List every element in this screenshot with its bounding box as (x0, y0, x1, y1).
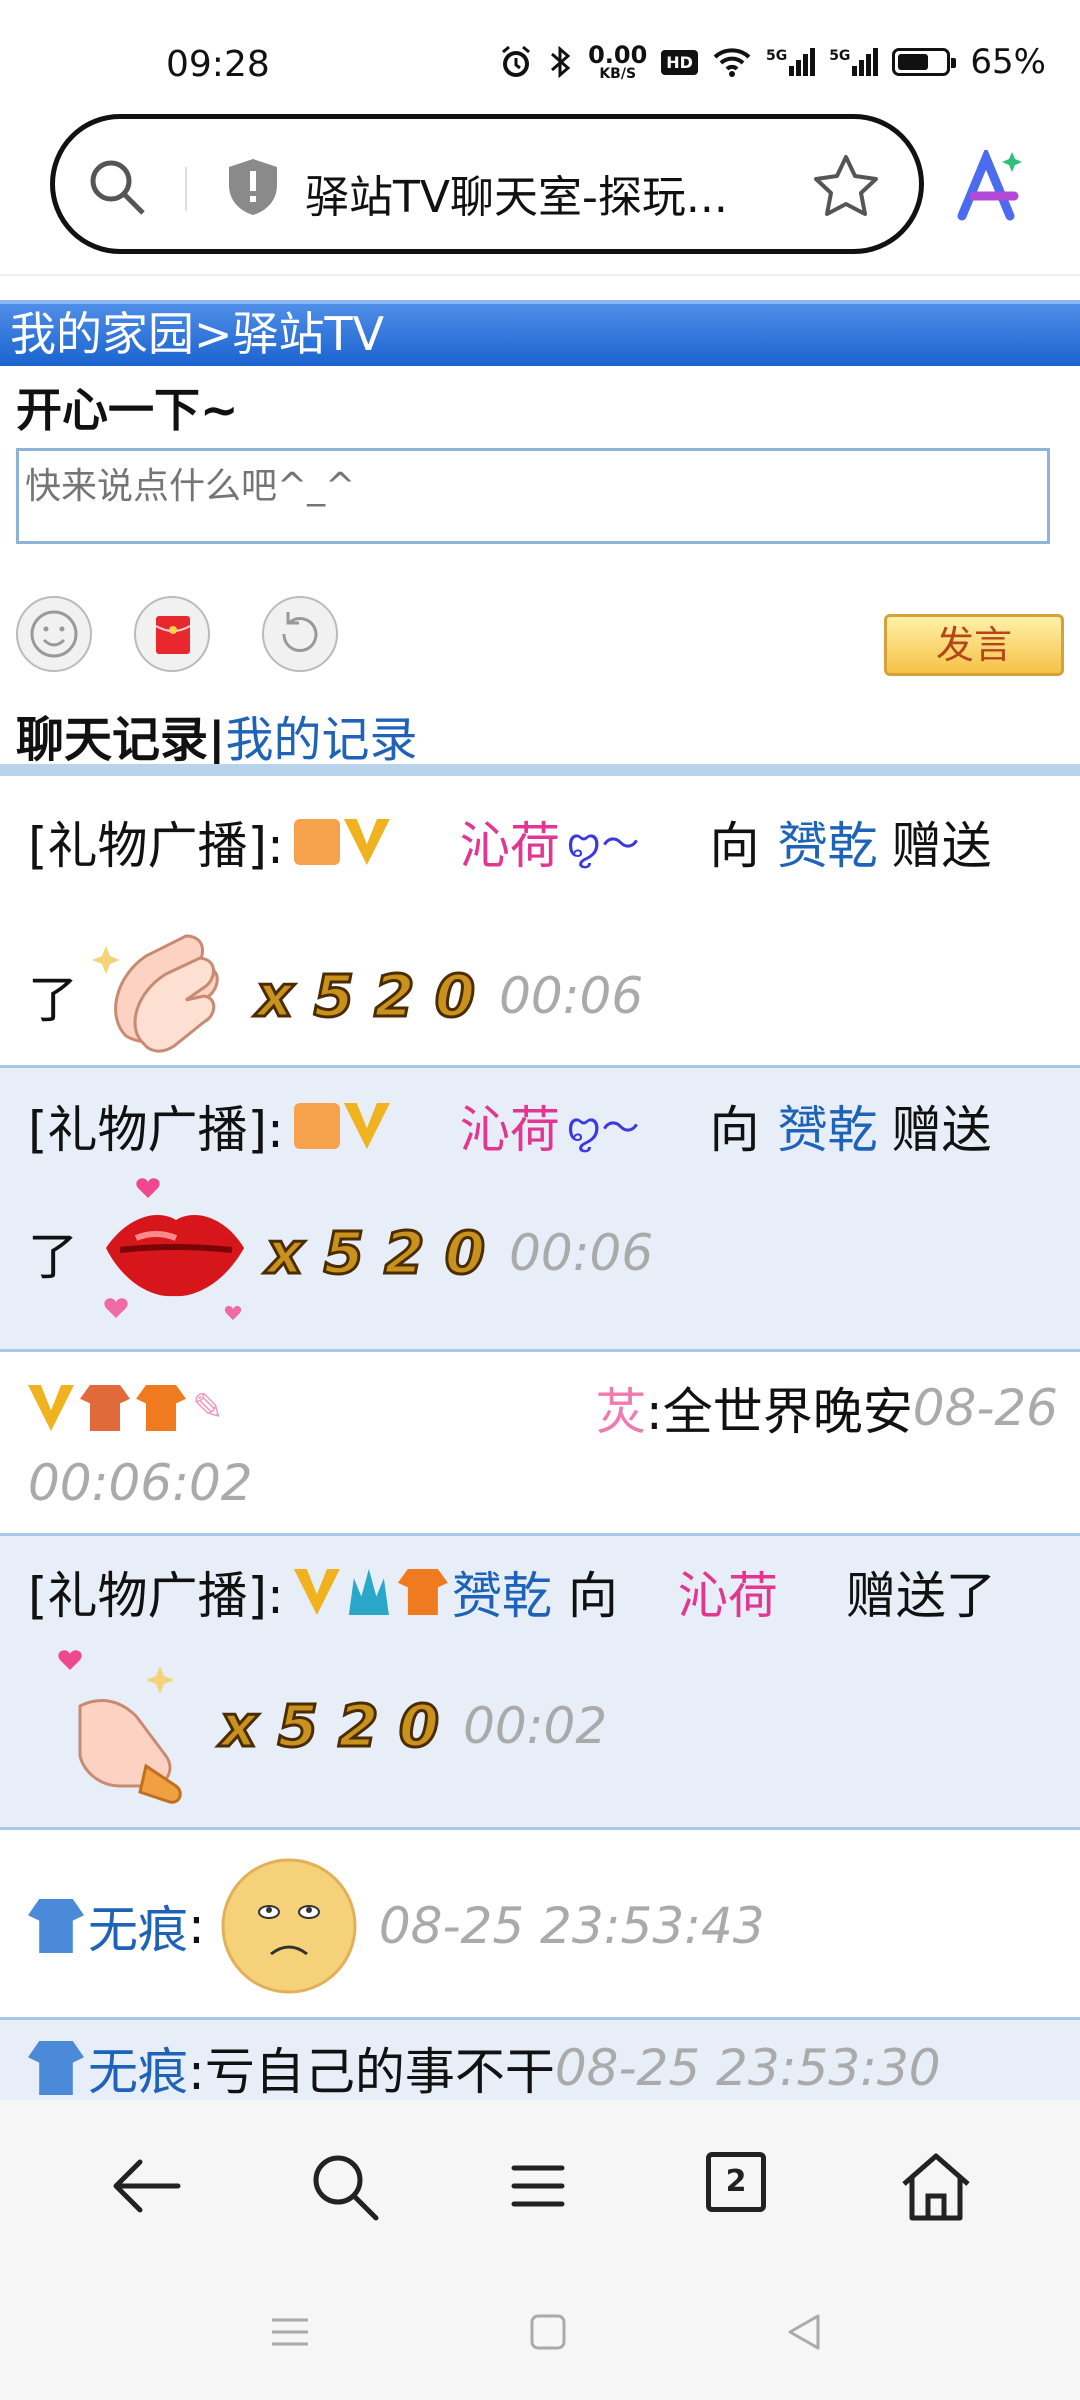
send-button[interactable]: 发言 (884, 614, 1064, 676)
header-divider (0, 274, 1080, 276)
sender-decoration: ꨄ〜 (565, 822, 640, 866)
sad-face-icon (221, 1858, 357, 1994)
message-action: 赠送 (891, 1101, 992, 1159)
message-input[interactable] (16, 448, 1050, 544)
receiver-name[interactable]: 赟乾 (778, 1090, 878, 1162)
back-icon[interactable] (108, 2148, 184, 2224)
message-time: 00:06:02 (28, 1454, 253, 1512)
chat-message-gift: [礼物广播]: 沁荷 ꨄ〜 向 赟乾 赠送 了 x 5 2 0 00:06 (0, 776, 1080, 1068)
red-packet-icon (155, 616, 191, 654)
chat-message-text: 无痕 :亏自己的事不干 08-25 23:53:30 (0, 2020, 1080, 2110)
gift-quantity: x 5 2 0 (264, 1218, 486, 1289)
sender-decoration: ꨄ〜 (565, 1106, 640, 1150)
user-badge (28, 1899, 84, 1953)
search-icon[interactable] (306, 2148, 382, 2224)
breadcrumb[interactable]: 我的家园>驿站TV (0, 300, 1080, 366)
tab-my-log[interactable]: 我的记录 (226, 712, 418, 768)
status-bar: 09:28 0.00 KB/S HD 5G 5G 65% (0, 0, 1080, 110)
message-action-suffix: 了 (28, 971, 78, 1029)
home-icon[interactable] (896, 2148, 976, 2224)
message-prefix: [礼物广播]: (28, 1101, 284, 1159)
vip-badge (293, 1103, 390, 1149)
sender-name[interactable]: 沁荷 (460, 806, 560, 878)
signal-icon-2: 5G (829, 48, 879, 76)
tab-separator: | (208, 712, 226, 768)
sender-name[interactable]: 赟乾 (452, 1556, 552, 1628)
message-prefix: [礼物广播]: (28, 1567, 284, 1625)
ai-assistant-icon[interactable] (952, 150, 1028, 226)
chat-message-gift: [礼物广播]: 赟乾 向 沁荷 赠送了 x 5 2 0 00:02 (0, 1536, 1080, 1830)
sender-name[interactable]: 炗 (596, 1372, 646, 1444)
page-title[interactable]: 驿站TV聊天室-探玩... (305, 161, 728, 225)
sender-name[interactable]: 无痕 (88, 1890, 188, 1962)
message-verb: 向 (709, 817, 760, 875)
message-action: 赠送了 (845, 1567, 996, 1625)
signal-icon: 5G (766, 48, 816, 76)
alarm-icon (502, 45, 531, 77)
wifi-icon (713, 48, 751, 77)
chat-message-text: ✎ 炗 :全世界晚安 08-26 00:06:02 (0, 1352, 1080, 1536)
message-action-suffix: 了 (28, 1228, 78, 1286)
message-date: 08-26 (912, 1379, 1058, 1437)
clapping-hands-icon (92, 934, 219, 1053)
tab-chat-log[interactable]: 聊天记录 (16, 712, 208, 768)
sender-name[interactable]: 无痕 (88, 2032, 188, 2104)
composer-heading: 开心一下~ (16, 383, 239, 437)
message-prefix: [礼物广播]: (28, 817, 284, 875)
message-time: 08-25 23:53:43 (378, 1897, 765, 1955)
back-triangle-icon[interactable] (782, 2310, 826, 2354)
star-icon[interactable] (811, 151, 881, 221)
chat-message-gift: [礼物广播]: 沁荷 ꨄ〜 向 赟乾 赠送 了 x 5 2 0 00:06 (0, 1068, 1080, 1352)
home-square-icon[interactable] (526, 2310, 570, 2354)
list-top-border (0, 764, 1080, 776)
address-separator (185, 167, 187, 211)
status-time: 09:28 (166, 44, 270, 85)
vip-badge (293, 819, 390, 865)
red-packet-button[interactable] (134, 596, 210, 672)
message-text: :全世界晚安 (645, 1383, 913, 1441)
message-time: 00:06 (499, 967, 644, 1025)
refresh-button[interactable] (262, 596, 338, 672)
message-verb: 向 (709, 1101, 760, 1159)
menu-icon[interactable] (500, 2148, 576, 2224)
recents-icon[interactable] (268, 2310, 312, 2354)
browser-toolbar (0, 2100, 1080, 2400)
emoji-button[interactable] (16, 596, 92, 672)
receiver-name[interactable]: 沁荷 (678, 1556, 778, 1628)
receiver-name[interactable]: 赟乾 (778, 806, 878, 878)
red-lips-icon (104, 1178, 244, 1320)
user-badges (293, 1569, 448, 1615)
message-action: 赠送 (891, 817, 992, 875)
user-badge (28, 2041, 84, 2095)
finger-heart-icon (58, 1650, 182, 1804)
battery-percent: 65% (970, 42, 1046, 82)
message-time: 00:02 (463, 1697, 608, 1755)
chat-message-emoji: 无痕 : 08-25 23:53:43 (0, 1830, 1080, 2020)
gift-quantity: x 5 2 0 (254, 961, 476, 1032)
user-badges: ✎ (28, 1385, 242, 1431)
search-icon[interactable] (85, 155, 149, 219)
gift-quantity: x 5 2 0 (218, 1691, 440, 1762)
message-verb: 向 (567, 1567, 618, 1625)
sender-name[interactable]: 沁荷 (460, 1090, 560, 1162)
emoji-icon (30, 610, 78, 658)
message-text: :亏自己的事不干 (188, 2043, 555, 2101)
bluetooth-icon (551, 45, 571, 79)
hd-badge: HD (661, 49, 698, 75)
tabs-icon[interactable]: 2 (706, 2152, 766, 2212)
battery-icon (892, 48, 957, 76)
net-speed: 0.00 KB/S (588, 41, 648, 82)
message-separator: : (188, 1897, 205, 1955)
refresh-icon (282, 612, 318, 652)
shield-icon[interactable] (223, 155, 283, 219)
record-tabs: 聊天记录|我的记录 (16, 700, 418, 770)
message-time: 08-25 23:53:30 (554, 2039, 941, 2097)
message-time: 00:06 (509, 1224, 654, 1282)
address-bar[interactable]: 驿站TV聊天室-探玩... (50, 114, 924, 254)
